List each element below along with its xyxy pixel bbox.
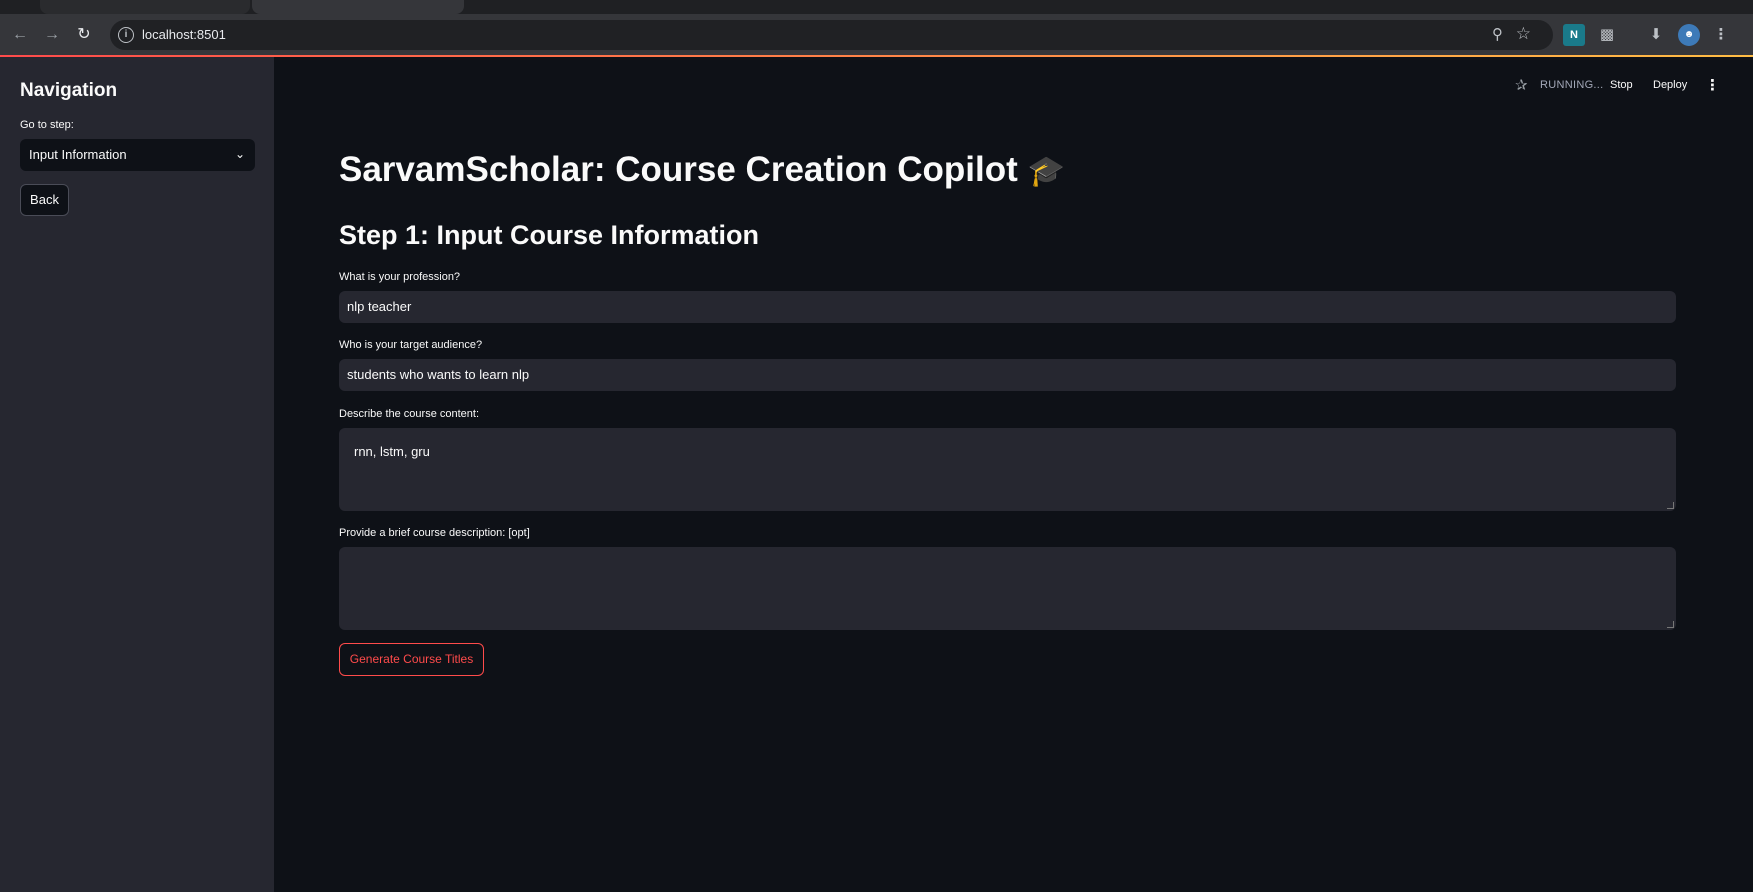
content-label: Describe the course content:: [339, 408, 480, 420]
browser-tab[interactable]: [40, 0, 250, 14]
content-textarea-value: rnn, lstm, gru: [354, 444, 430, 459]
browser-tab-strip: [0, 0, 1753, 14]
browser-toolbar: ← → ↻ i localhost:8501 ⚲ ☆ N ▩ ⬇ ☻ ⋮: [0, 14, 1753, 56]
url-text[interactable]: localhost:8501: [142, 27, 226, 42]
bookmark-star-icon[interactable]: ☆: [1516, 24, 1531, 44]
resize-handle-icon[interactable]: [1667, 621, 1674, 628]
browser-menu-icon[interactable]: ⋮: [1710, 24, 1732, 46]
download-icon[interactable]: ⬇: [1645, 24, 1667, 46]
deploy-button[interactable]: Deploy: [1653, 79, 1687, 91]
back-arrow-icon[interactable]: ←: [8, 23, 32, 47]
chevron-down-icon: ⌄: [234, 147, 245, 161]
browser-tab-active[interactable]: [252, 0, 464, 14]
profession-label: What is your profession?: [339, 271, 461, 283]
step-heading: Step 1: Input Course Information: [339, 220, 760, 250]
stop-button[interactable]: Stop: [1610, 79, 1633, 91]
step-select-value: Input Information: [29, 147, 127, 162]
running-status: RUNNING...: [1540, 79, 1604, 91]
reload-icon[interactable]: ↻: [72, 23, 96, 47]
sidebar: [0, 57, 274, 892]
content-textarea[interactable]: rnn, lstm, gru: [339, 428, 1676, 511]
main-menu-icon[interactable]: ⋮: [1705, 76, 1720, 94]
back-button[interactable]: Back: [20, 184, 69, 216]
page-title: SarvamScholar: Course Creation Copilot 🎓: [339, 150, 1065, 190]
site-info-icon[interactable]: i: [118, 27, 134, 43]
puzzle-extensions-icon[interactable]: ▩: [1596, 24, 1618, 46]
zoom-icon[interactable]: ⚲: [1492, 25, 1503, 43]
generate-course-titles-button[interactable]: Generate Course Titles: [339, 643, 484, 676]
forward-arrow-icon[interactable]: →: [40, 23, 64, 47]
graduation-cap-icon: 🎓: [1027, 155, 1066, 188]
step-select-label: Go to step:: [20, 119, 74, 131]
profession-input[interactable]: nlp teacher: [339, 291, 1676, 323]
page-title-text: SarvamScholar: Course Creation Copilot: [339, 150, 1018, 189]
profile-avatar[interactable]: ☻: [1678, 24, 1700, 46]
running-man-icon: ✰: [1515, 77, 1528, 94]
address-bar[interactable]: i localhost:8501 ⚲ ☆: [110, 20, 1553, 50]
audience-label: Who is your target audience?: [339, 339, 483, 351]
sidebar-title: Navigation: [20, 80, 118, 101]
step-select[interactable]: Input Information ⌄: [20, 139, 255, 171]
description-label: Provide a brief course description: [opt…: [339, 527, 530, 539]
description-textarea[interactable]: [339, 547, 1676, 630]
audience-input[interactable]: students who wants to learn nlp: [339, 359, 1676, 391]
extension-icon[interactable]: N: [1563, 24, 1585, 46]
resize-handle-icon[interactable]: [1667, 502, 1674, 509]
